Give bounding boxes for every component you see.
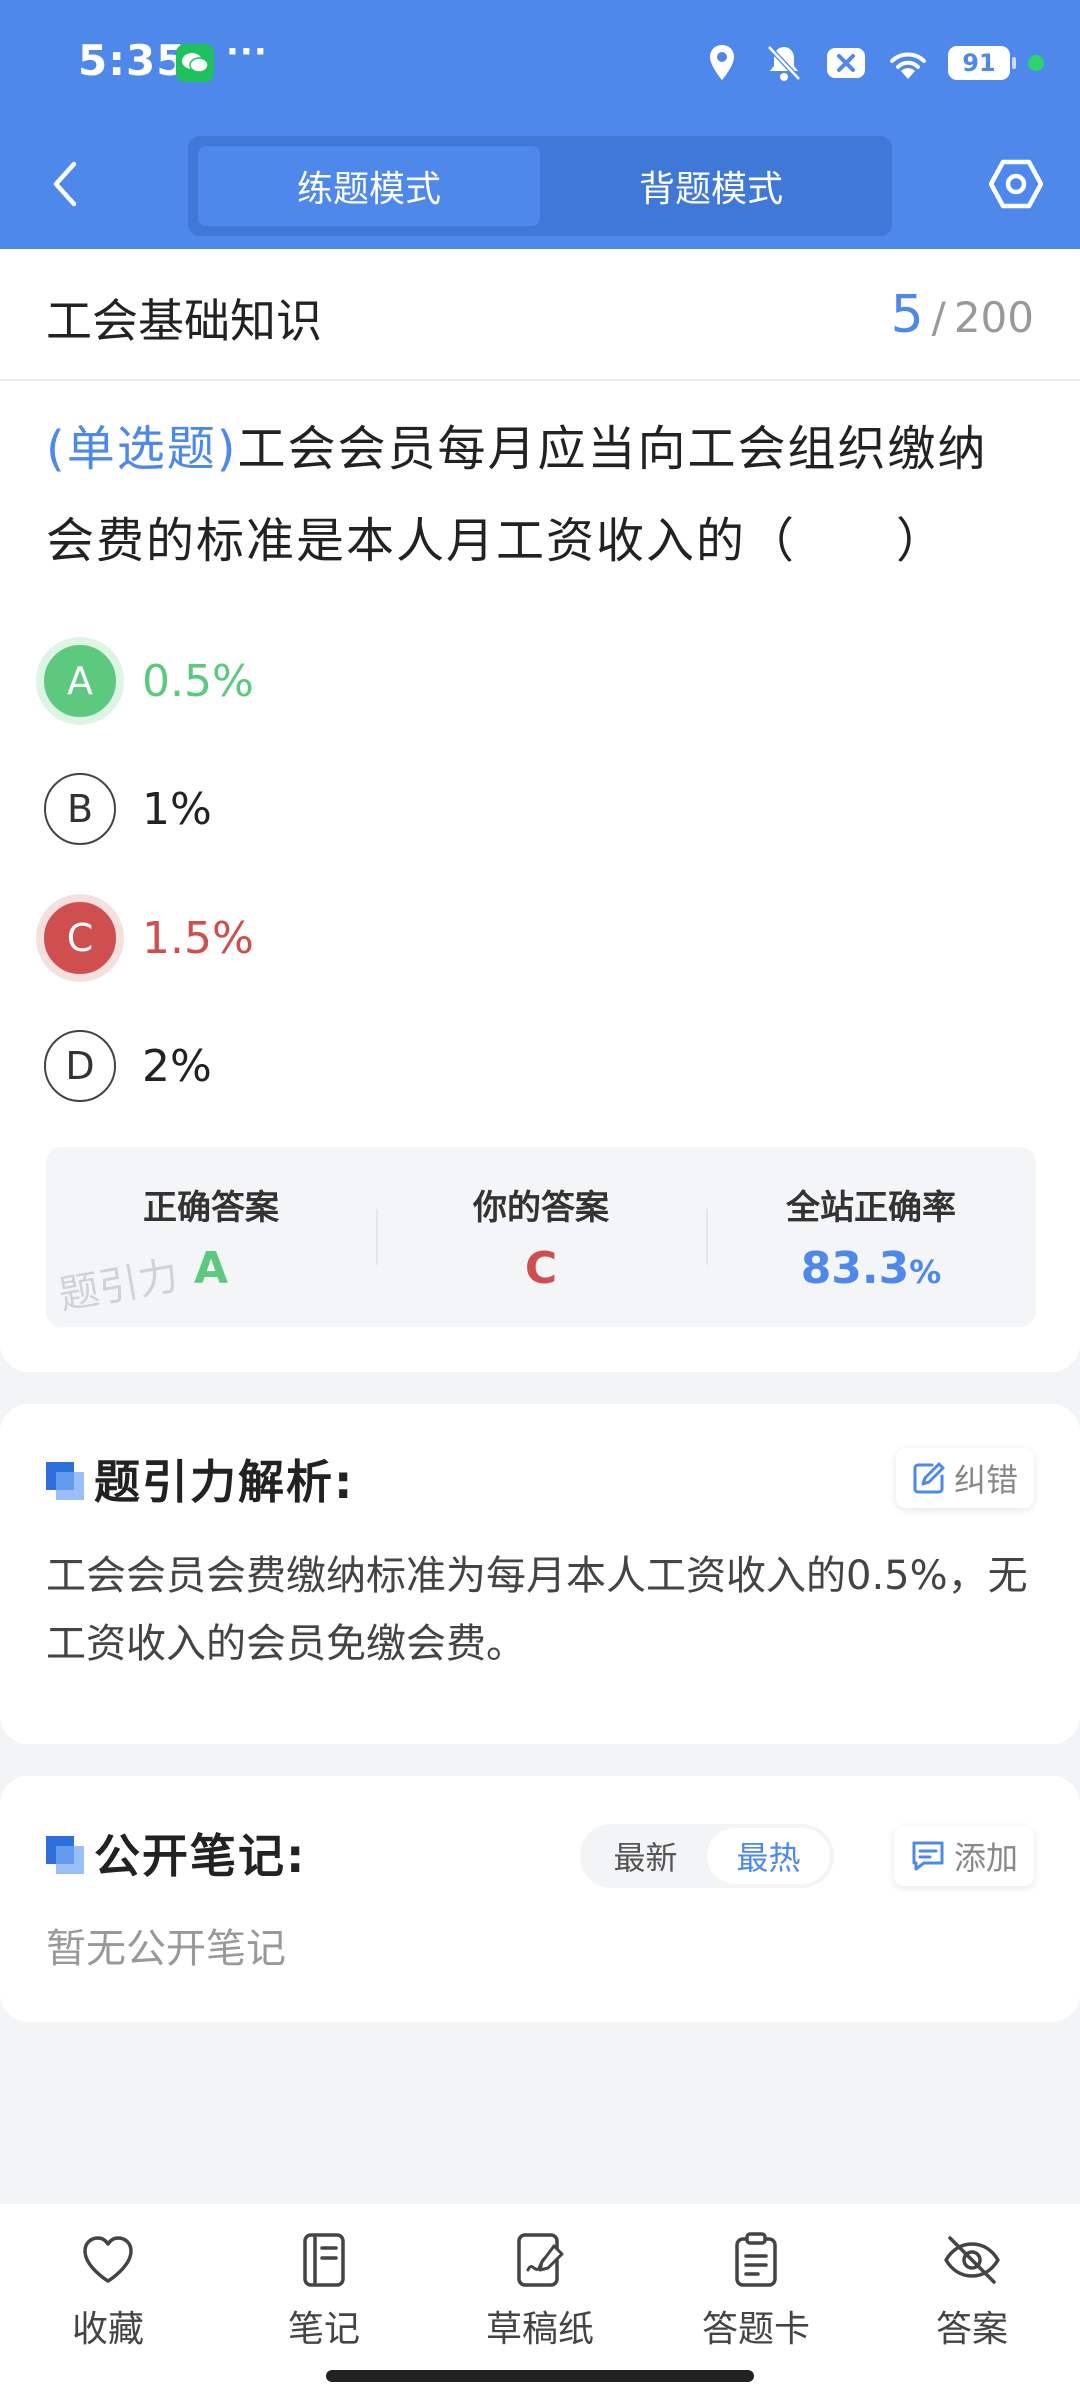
answer-summary: 正确答案 A 题引力 你的答案 C 全站正确率 83.3% (46, 1147, 1036, 1327)
heart-icon (78, 2230, 138, 2290)
status-icons: 91 (700, 38, 1044, 88)
nav-label: 笔记 (287, 2309, 360, 2350)
accuracy-column: 全站正确率 83.3% (706, 1147, 1036, 1327)
correct-answer-value: A (193, 1243, 229, 1294)
correct-answer-label: 正确答案 (143, 1188, 279, 1228)
question-card: 工会基础知识 5 / 200 (单选题)工会会员每月应当向工会组织缴纳会费的标准… (0, 249, 1080, 1372)
subject-title: 工会基础知识 (46, 294, 322, 348)
notes-title: 公开笔记: (94, 1829, 307, 1883)
divider (0, 379, 1080, 381)
status-time: 5:35 (78, 36, 187, 85)
edit-icon (913, 1462, 945, 1494)
draft-paper-icon (510, 2230, 570, 2290)
wifi-icon (886, 41, 930, 85)
nav-favorite[interactable]: 收藏 (0, 2204, 216, 2400)
more-notifications-icon: ··· (226, 32, 268, 72)
accuracy-number: 83.3 (800, 1243, 910, 1294)
question-progress: 5 / 200 (891, 285, 1034, 345)
section-marker-icon (46, 1462, 84, 1500)
current-question-number: 5 (890, 285, 924, 345)
your-answer-label: 你的答案 (473, 1188, 609, 1228)
option-letter: D (44, 1030, 116, 1102)
option-b[interactable]: B 1% (44, 772, 212, 846)
eye-off-icon (942, 2230, 1002, 2290)
back-button[interactable] (40, 156, 88, 212)
option-a[interactable]: A 0.5% (44, 644, 254, 718)
option-text: 2% (142, 1040, 212, 1092)
question-stem: (单选题)工会会员每月应当向工会组织缴纳会费的标准是本人月工资收入的（ ） (46, 403, 1036, 587)
settings-button[interactable] (988, 156, 1044, 212)
accuracy-value: 83.3% (801, 1243, 942, 1294)
mode-switch: 练题模式 背题模式 (188, 136, 892, 236)
privacy-dot-icon (1028, 55, 1044, 71)
tab-practice-mode[interactable]: 练题模式 (198, 146, 540, 226)
add-note-label: 添加 (953, 1839, 1018, 1877)
report-error-button[interactable]: 纠错 (895, 1448, 1034, 1508)
option-text: 1.5% (142, 912, 254, 964)
question-type-tag: (单选题) (46, 421, 238, 477)
sort-newest[interactable]: 最新 (584, 1828, 707, 1884)
top-header: 5:35 ··· 91 练题模式 背题模式 (0, 0, 1080, 249)
notes-sort-toggle: 最新 最热 (580, 1824, 834, 1888)
report-error-label: 纠错 (953, 1461, 1018, 1499)
notes-empty-text: 暂无公开笔记 (46, 1926, 286, 1972)
battery-indicator: 91 (948, 46, 1016, 80)
close-box-icon (824, 41, 868, 85)
option-letter: B (44, 773, 116, 845)
correct-answer-column: 正确答案 A 题引力 (46, 1147, 376, 1327)
bell-muted-icon (762, 41, 806, 85)
option-c[interactable]: C 1.5% (44, 901, 254, 975)
accuracy-unit: % (909, 1253, 942, 1291)
home-indicator[interactable] (326, 2370, 754, 2382)
analysis-card: 题引力解析: 纠错 工会会员会费缴纳标准为每月本人工资收入的0.5%，无工资收入… (0, 1404, 1080, 1744)
nav-label: 草稿纸 (485, 2309, 594, 2350)
progress-separator: / (931, 293, 946, 342)
nav-answer-visibility[interactable]: 答案 (864, 2204, 1080, 2400)
total-question-count: 200 (953, 293, 1034, 342)
nav-label: 答题卡 (701, 2309, 810, 2350)
nav-label: 收藏 (71, 2309, 144, 2350)
tab-recite-mode[interactable]: 背题模式 (540, 146, 882, 226)
option-d[interactable]: D 2% (44, 1029, 212, 1103)
sort-hottest[interactable]: 最热 (707, 1828, 830, 1884)
watermark: 题引力 (55, 1252, 182, 1320)
your-answer-column: 你的答案 C (376, 1147, 706, 1327)
settings-icon (989, 159, 1043, 209)
comment-icon (912, 1841, 944, 1871)
location-icon (700, 41, 744, 85)
section-marker-icon (46, 1836, 84, 1874)
option-text: 0.5% (142, 655, 254, 707)
analysis-text: 工会会员会费缴纳标准为每月本人工资收入的0.5%，无工资收入的会员免缴会费。 (46, 1553, 1028, 1667)
nav-label: 答案 (935, 2309, 1008, 2350)
chevron-left-icon (53, 161, 77, 207)
analysis-title: 题引力解析: (94, 1455, 355, 1509)
notebook-icon (294, 2230, 354, 2290)
notes-card: 公开笔记: 最新 最热 添加 暂无公开笔记 (0, 1776, 1080, 2022)
add-note-button[interactable]: 添加 (893, 1826, 1034, 1886)
option-letter: C (44, 902, 116, 974)
your-answer-value: C (524, 1243, 558, 1294)
wechat-icon (176, 44, 214, 82)
option-letter: A (44, 645, 116, 717)
option-text: 1% (142, 783, 212, 835)
accuracy-label: 全站正确率 (786, 1188, 956, 1228)
answer-card-icon (726, 2230, 786, 2290)
